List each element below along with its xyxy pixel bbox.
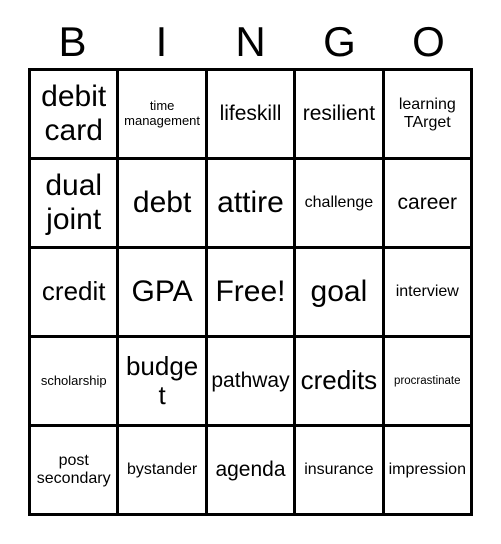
bingo-header-letter-i: I [155,18,168,65]
bingo-cell-n5[interactable]: agenda [207,427,297,516]
bingo-cell-label: debt [132,186,192,220]
bingo-cell-label: interview [395,283,459,301]
bingo-cell-label: debit card [41,80,107,147]
bingo-cell-label: scholarship [40,372,107,388]
bingo-cell-i3[interactable]: GPA [119,249,208,338]
bingo-cell-label: credits [300,365,378,396]
bingo-card: B I N G O debit card time management lif… [0,0,501,544]
bingo-cell-o4[interactable]: procrastinate [384,338,473,427]
bingo-cell-n4[interactable]: pathway [207,338,297,427]
bingo-cell-b1[interactable]: debit card [31,71,120,160]
bingo-cell-b4[interactable]: scholarship [31,338,120,427]
bingo-cell-label: post secondary [36,452,111,487]
bingo-cell-label: procrastinate [394,374,461,387]
bingo-cell-label: credit [41,276,106,307]
bingo-cell-label: resilient [302,102,376,126]
bingo-cell-label: budget [125,350,199,410]
bingo-cell-o5[interactable]: impression [384,427,473,516]
bingo-cell-i2[interactable]: debt [119,160,208,249]
bingo-cell-label: insurance [304,461,374,479]
bingo-cell-label: career [397,191,458,215]
bingo-cell-i1[interactable]: time management [119,71,208,160]
bingo-cell-n2[interactable]: attire [207,160,297,249]
bingo-header-row: B I N G O [28,18,473,66]
bingo-cell-label: GPA [131,275,193,309]
bingo-cell-label: bystander [126,461,198,479]
bingo-cell-g1[interactable]: resilient [296,71,385,160]
bingo-cell-label: dual joint [45,169,103,236]
bingo-cell-label: impression [388,461,466,479]
bingo-cell-b2[interactable]: dual joint [31,160,120,249]
bingo-cell-label: challenge [304,194,374,212]
bingo-header-letter-o: O [412,18,445,65]
bingo-cell-i5[interactable]: bystander [119,427,208,516]
bingo-cell-b3[interactable]: credit [31,249,120,338]
bingo-cell-label: agenda [215,458,286,482]
bingo-cell-label: attire [217,186,284,220]
bingo-cell-label: lifeskill [219,102,282,126]
bingo-header-letter-n: N [235,18,266,65]
bingo-cell-label: goal [310,275,368,309]
bingo-cell-b5[interactable]: post secondary [31,427,120,516]
bingo-header-letter-g: G [323,18,356,65]
bingo-cell-label: pathway [211,369,290,393]
bingo-cell-g5[interactable]: insurance [296,427,385,516]
bingo-cell-o2[interactable]: career [384,160,473,249]
bingo-cell-label: time management [124,98,201,128]
bingo-cell-o3[interactable]: interview [384,249,473,338]
bingo-cell-o1[interactable]: learning TArget [384,71,473,160]
bingo-free-space-label: Free! [215,275,286,309]
bingo-cell-i4[interactable]: budget [119,338,208,427]
bingo-cell-g3[interactable]: goal [296,249,385,338]
bingo-cell-free-space[interactable]: Free! [207,249,297,338]
bingo-cell-n1[interactable]: lifeskill [207,71,297,160]
bingo-cell-label: learning TArget [398,96,456,131]
bingo-cell-g4[interactable]: credits [296,338,385,427]
bingo-grid: debit card time management lifeskill res… [28,68,473,516]
bingo-header-letter-b: B [58,18,87,65]
bingo-cell-g2[interactable]: challenge [296,160,385,249]
